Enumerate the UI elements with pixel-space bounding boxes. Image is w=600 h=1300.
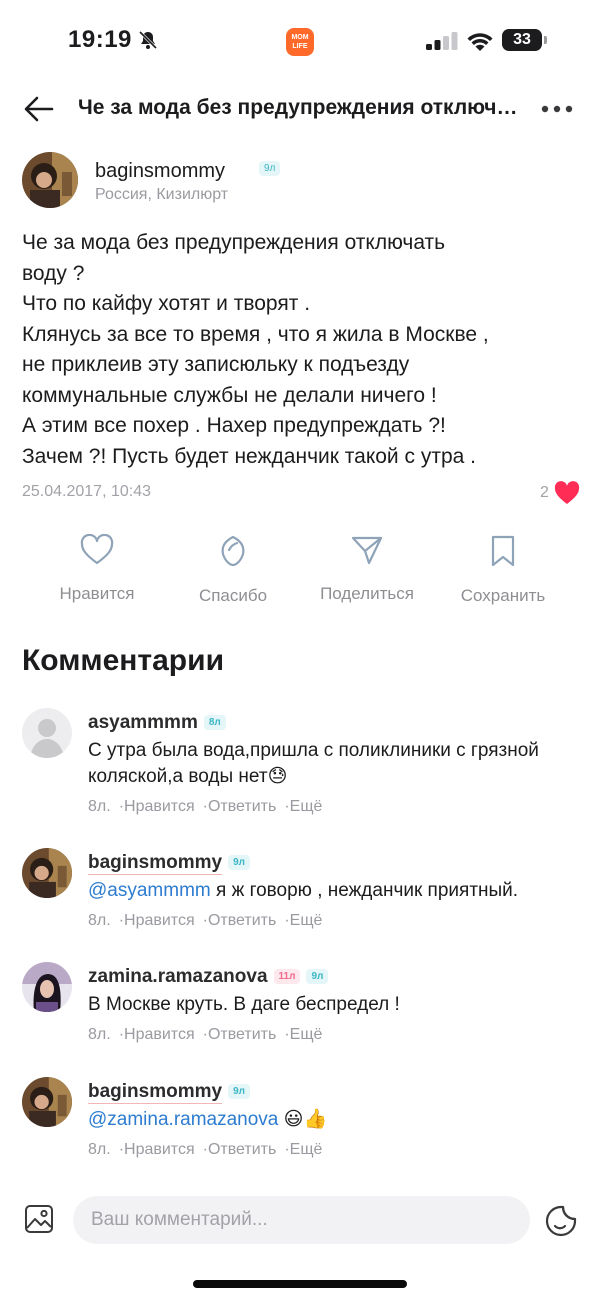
comment-meta: 8л. ·Нравится ·Ответить ·Ещё <box>88 798 323 815</box>
comment-text: В Москве круть. В даге беспредел ! <box>88 994 400 1015</box>
bell-off-icon <box>138 30 158 50</box>
bookmark-icon <box>491 535 515 567</box>
comment-reply-link[interactable]: Ответить <box>208 912 276 929</box>
top-bar: Че за мода без предупреждения отключать … <box>0 80 600 140</box>
signal-icon <box>426 32 458 50</box>
comment-more-link[interactable]: Ещё <box>290 798 323 815</box>
status-bar: 19:19 MOM LIFE 33 <box>0 0 600 80</box>
comment-age: 8л. <box>88 912 111 929</box>
share-icon <box>351 536 383 565</box>
like-button[interactable]: Нравится <box>32 534 162 604</box>
post-body-line: коммунальные службы не делали ничего ! <box>22 383 437 407</box>
comment-text: С утра была вода,пришла с поликлиники с … <box>88 740 539 787</box>
comment-avatar[interactable] <box>22 1077 72 1127</box>
wifi-icon <box>467 33 493 51</box>
heart-filled-icon[interactable] <box>554 481 580 505</box>
post-body-line: не приклеив эту записюльку к подъезду <box>22 353 410 376</box>
post-body: Че за мода без предупреждения отключать в… <box>22 228 582 472</box>
image-icon[interactable] <box>24 1204 54 1234</box>
post-location: Россия, Кизилюрт <box>95 186 229 203</box>
comment-avatar[interactable] <box>22 962 72 1012</box>
comment-reply-link[interactable]: Ответить <box>208 1141 276 1158</box>
post-body-line: Клянусь за все то время , что я жила в М… <box>22 322 489 346</box>
comment-like-link[interactable]: Нравится <box>124 1141 195 1158</box>
save-label: Сохранить <box>460 586 546 605</box>
comment-author[interactable]: asyammmm 8л <box>88 712 226 734</box>
comment-avatar[interactable] <box>22 848 72 898</box>
avatar-image <box>22 1077 72 1127</box>
comment-author[interactable]: baginsmommy 9л <box>88 852 251 875</box>
comment-text: @asyammmm я ж говорю , нежданчик приятны… <box>88 878 588 904</box>
app-badge-line2: LIFE <box>292 43 308 50</box>
thanks-button[interactable]: Спасибо <box>168 534 298 606</box>
comment-input-bar <box>0 1196 600 1246</box>
comment-meta: 8л. ·Нравится ·Ответить ·Ещё <box>88 912 323 929</box>
avatar-image <box>22 962 72 1012</box>
thanks-label: Спасибо <box>198 586 268 605</box>
comment-age: 8л. <box>88 1141 111 1158</box>
battery-nub <box>544 36 547 44</box>
age-badge: 11л <box>273 969 301 985</box>
comment-author-name: zamina.ramazanova <box>88 966 268 987</box>
post-body-line: А этим все похер . Нахер предупреждать ?… <box>22 414 446 437</box>
status-time: 19:19 <box>68 26 132 53</box>
comment-author-name: baginsmommy <box>88 1081 223 1104</box>
home-indicator[interactable] <box>193 1280 407 1288</box>
post-body-line: Что по кайфу хотят и творят . <box>22 292 311 315</box>
age-badge: 9л <box>228 855 251 871</box>
app-icon: MOM LIFE <box>286 28 314 56</box>
comment-reply-link[interactable]: Ответить <box>208 1026 276 1043</box>
mention-link[interactable]: @asyammmm <box>88 880 211 901</box>
page-title: Че за мода без предупреждения отключать … <box>78 96 518 119</box>
comment-like-link[interactable]: Нравится <box>124 912 195 929</box>
comments-heading: Комментарии <box>22 644 225 677</box>
post-author-name[interactable]: baginsmommy <box>95 160 225 183</box>
battery-icon: 33 <box>502 29 542 51</box>
more-icon[interactable] <box>540 104 574 114</box>
back-arrow-icon[interactable] <box>24 96 54 122</box>
save-button[interactable]: Сохранить <box>438 534 568 606</box>
like-label: Нравится <box>59 584 135 603</box>
thanks-icon <box>221 535 245 567</box>
comment-author-name: asyammmm <box>88 712 198 733</box>
comment-author[interactable]: baginsmommy 9л <box>88 1081 251 1104</box>
age-badge: 9л <box>259 161 281 176</box>
comment-more-link[interactable]: Ещё <box>290 912 323 929</box>
age-badge: 9л <box>306 969 329 985</box>
comment-meta: 8л. ·Нравится ·Ответить ·Ещё <box>88 1141 323 1158</box>
comment-input[interactable] <box>73 1196 530 1244</box>
comment-meta: 8л. ·Нравится ·Ответить ·Ещё <box>88 1026 323 1043</box>
comment-more-link[interactable]: Ещё <box>290 1141 323 1158</box>
post-author-avatar[interactable] <box>22 152 78 208</box>
comment-text-body: 😃👍 <box>278 1109 328 1130</box>
avatar-image <box>22 848 72 898</box>
comment-author[interactable]: zamina.ramazanova 11л 9л <box>88 966 329 988</box>
comment-like-link[interactable]: Нравится <box>124 1026 195 1043</box>
comment-text-body: я ж говорю , нежданчик приятный. <box>210 880 519 901</box>
comment-like-link[interactable]: Нравится <box>124 798 195 815</box>
mention-link[interactable]: @zamina.ramazanova <box>88 1109 278 1130</box>
sticker-icon[interactable] <box>544 1204 578 1238</box>
comment-text: @zamina.ramazanova 😃👍 <box>88 1107 588 1133</box>
comment-more-link[interactable]: Ещё <box>290 1026 323 1043</box>
avatar-image <box>22 152 78 208</box>
comment-avatar-placeholder[interactable] <box>22 708 72 758</box>
like-count: 2 <box>540 484 549 501</box>
age-badge: 8л <box>203 715 226 731</box>
heart-icon <box>80 534 114 565</box>
share-button[interactable]: Поделиться <box>302 534 432 604</box>
user-placeholder-icon <box>22 708 72 758</box>
comment-author-name: baginsmommy <box>88 852 223 875</box>
age-badge: 9л <box>228 1084 251 1100</box>
comment-age: 8л. <box>88 1026 111 1043</box>
post-body-line: Зачем ?! Пусть будет нежданчик такой с у… <box>22 444 476 468</box>
share-label: Поделиться <box>320 584 414 603</box>
post-body-line: воду ? <box>22 261 85 285</box>
post-body-line: Че за мода без предупреждения отключать <box>22 231 446 254</box>
comment-reply-link[interactable]: Ответить <box>208 798 276 815</box>
comment-age: 8л. <box>88 798 111 815</box>
app-badge-line1: MOM <box>291 34 309 41</box>
post-date: 25.04.2017, 10:43 <box>22 483 152 500</box>
